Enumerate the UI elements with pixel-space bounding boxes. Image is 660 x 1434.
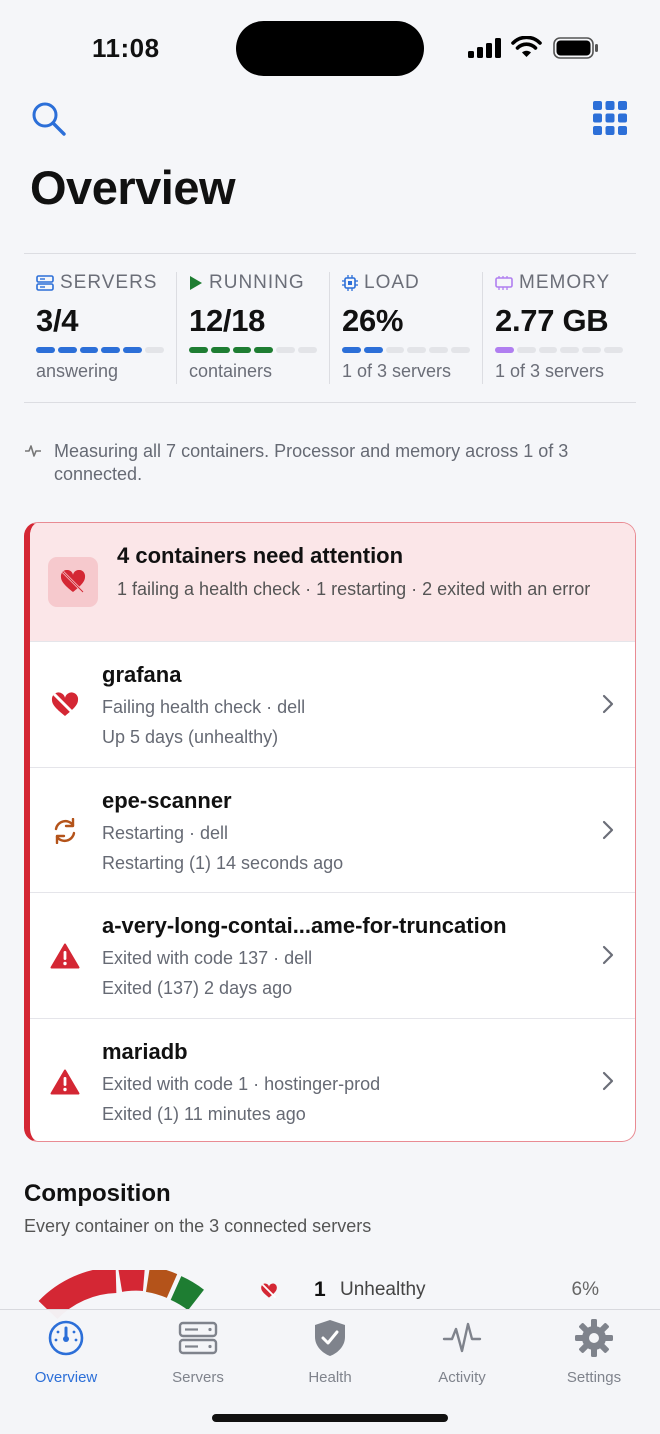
activity-icon <box>442 1322 482 1353</box>
container-name: a-very-long-contai...ame-for-truncation <box>102 913 507 938</box>
legend-item-unhealthy: 1 Unhealthy 6% <box>258 1278 608 1306</box>
wifi-icon <box>511 36 542 57</box>
container-name: epe-scanner <box>102 787 232 813</box>
container-name: grafana <box>102 662 182 687</box>
stat-sub: containers <box>189 361 273 381</box>
stat-sub: 1 of 3 servers <box>495 361 605 381</box>
container-status: Exited with code 137 · dell <box>102 948 313 968</box>
servers-icon <box>178 1321 218 1355</box>
play-icon <box>190 276 202 290</box>
measuring-note: Measuring all 7 containers. Processor an… <box>24 440 624 486</box>
stat-progress-bar <box>189 347 317 353</box>
status-bar: 11:08 <box>0 0 660 96</box>
chevron-right-icon <box>602 945 614 965</box>
apps-grid-icon[interactable] <box>593 101 627 135</box>
stat-sub: answering <box>36 361 119 381</box>
pulse-icon <box>25 445 41 457</box>
legend-label: Unhealthy <box>340 1279 426 1300</box>
stat-label: MEMORY <box>519 272 611 293</box>
stat-servers: SERVERS 3/4 answering <box>36 272 164 384</box>
warning-triangle-icon <box>50 1069 80 1094</box>
chevron-right-icon <box>602 1071 614 1090</box>
broken-heart-icon <box>261 1283 277 1299</box>
dynamic-island <box>236 21 424 76</box>
stat-value: 3/4 <box>36 303 79 338</box>
stat-label: LOAD <box>364 272 420 293</box>
composition-subtitle: Every container on the 3 connected serve… <box>24 1216 372 1236</box>
tab-health[interactable]: Health <box>275 1318 385 1386</box>
stat-value: 12/18 <box>189 303 266 338</box>
composition-title: Composition <box>24 1180 171 1207</box>
stat-load: LOAD 26% 1 of 3 servers <box>342 272 470 384</box>
battery-icon <box>553 37 598 59</box>
status-time: 11:08 <box>92 33 160 63</box>
stat-progress-bar <box>342 347 470 353</box>
stat-label: SERVERS <box>60 272 158 293</box>
server-icon <box>36 275 54 291</box>
container-row-mariadb[interactable]: mariadb Exited with code 1 · hostinger-p… <box>30 1019 635 1142</box>
note-text: Measuring all 7 containers. Processor an… <box>54 441 569 484</box>
container-row-epe-scanner[interactable]: epe-scanner Restarting · dell Restarting… <box>30 768 635 893</box>
container-detail: Exited (137) 2 days ago <box>102 978 293 998</box>
container-status: Exited with code 1 · hostinger-prod <box>102 1073 381 1094</box>
chevron-right-icon <box>602 694 614 714</box>
container-status: Restarting · dell <box>102 822 229 843</box>
container-name: mariadb <box>102 1038 188 1064</box>
attention-subtitle: 1 failing a health check · 1 restarting … <box>117 579 591 599</box>
stat-progress-bar <box>495 347 623 353</box>
stat-memory: MEMORY 2.77 GB 1 of 3 servers <box>495 272 623 384</box>
stat-progress-bar <box>36 347 164 353</box>
tab-label: Servers <box>172 1369 224 1386</box>
attention-header: 4 containers need attention 1 failing a … <box>30 523 635 642</box>
container-row-grafana[interactable]: grafana Failing health check · dell Up 5… <box>30 642 635 768</box>
tab-settings[interactable]: Settings <box>539 1318 649 1386</box>
warning-triangle-icon <box>50 943 80 969</box>
search-icon[interactable] <box>30 100 68 138</box>
stat-value: 26% <box>342 303 404 338</box>
container-status: Failing health check · dell <box>102 697 306 717</box>
stats-panel: SERVERS 3/4 answering RUNNING 12/18 cont… <box>24 253 636 403</box>
legend-count: 1 <box>314 1278 326 1301</box>
tab-label: Activity <box>438 1369 486 1386</box>
shield-icon <box>315 1320 345 1356</box>
gauge-icon <box>48 1320 84 1356</box>
memory-icon <box>495 276 513 290</box>
tab-label: Health <box>308 1369 352 1386</box>
container-row-long-name[interactable]: a-very-long-contai...ame-for-truncation … <box>30 893 635 1019</box>
tab-overview[interactable]: Overview <box>11 1318 121 1386</box>
gear-icon <box>575 1319 613 1357</box>
stat-running: RUNNING 12/18 containers <box>189 272 317 384</box>
legend-percent: 6% <box>571 1279 599 1300</box>
chevron-right-icon <box>602 820 614 839</box>
attention-title: 4 containers need attention <box>117 543 404 568</box>
stat-value: 2.77 GB <box>495 303 609 338</box>
tab-label: Overview <box>34 1369 98 1386</box>
stat-label: RUNNING <box>209 272 305 293</box>
container-detail: Restarting (1) 14 seconds ago <box>102 852 344 873</box>
attention-card: 4 containers need attention 1 failing a … <box>24 522 636 1142</box>
broken-heart-icon <box>48 557 98 607</box>
restart-icon <box>54 817 76 844</box>
broken-heart-icon <box>51 692 79 718</box>
container-detail: Up 5 days (unhealthy) <box>102 727 279 747</box>
container-detail: Exited (1) 11 minutes ago <box>102 1103 306 1124</box>
tab-servers[interactable]: Servers <box>143 1318 253 1386</box>
page-title: Overview <box>30 161 236 214</box>
stat-sub: 1 of 3 servers <box>342 361 452 381</box>
tab-activity[interactable]: Activity <box>407 1318 517 1386</box>
cpu-icon <box>342 275 358 291</box>
tab-label: Settings <box>566 1369 622 1386</box>
home-indicator <box>212 1414 448 1422</box>
cellular-signal-icon <box>468 38 501 58</box>
